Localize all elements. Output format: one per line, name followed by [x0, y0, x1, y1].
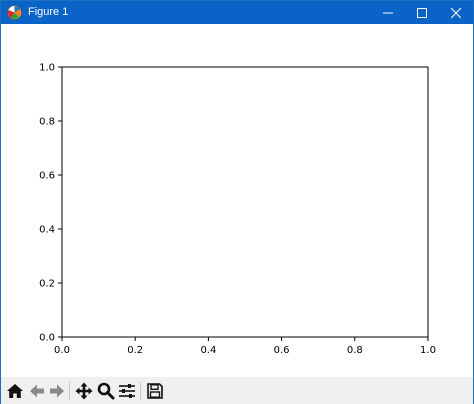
- x-tick-label: 1.0: [420, 345, 436, 356]
- y-tick-label: 0.8: [39, 117, 55, 128]
- y-tick-label: 0.0: [39, 333, 55, 344]
- configure-subplots-icon: [119, 384, 135, 398]
- figure-canvas[interactable]: 0.0 0.2 0.4 0.6 0.8 1.0 0.0 0.2 0.4 0.6 0.8 1.0: [1, 24, 473, 377]
- x-tick-label: 0.2: [127, 345, 143, 356]
- toolbar-separator: [140, 382, 141, 400]
- save-disk-icon: [147, 383, 163, 399]
- forward-arrow-icon: [50, 384, 64, 398]
- zoom-button[interactable]: [95, 380, 117, 402]
- save-button[interactable]: [144, 380, 166, 402]
- window-title: Figure 1: [28, 6, 69, 18]
- axes-frame: [61, 66, 429, 338]
- y-tick-label: 0.2: [39, 279, 55, 290]
- y-tick-label: 0.6: [39, 171, 55, 182]
- y-tick-label: 0.4: [39, 225, 55, 236]
- close-icon: [451, 7, 461, 18]
- minimize-icon: [383, 12, 393, 13]
- pan-move-icon: [75, 382, 93, 400]
- x-tick-label: 0.6: [274, 345, 290, 356]
- title-bar[interactable]: Figure 1: [1, 1, 473, 24]
- forward-button[interactable]: [46, 380, 68, 402]
- pan-button[interactable]: [73, 380, 95, 402]
- toolbar-separator: [69, 382, 70, 400]
- matplotlib-icon: [7, 5, 22, 20]
- home-icon: [7, 384, 23, 398]
- y-tick-label: 1.0: [39, 63, 55, 74]
- home-button[interactable]: [4, 380, 26, 402]
- back-button[interactable]: [26, 380, 48, 402]
- maximize-icon: [417, 7, 427, 18]
- navigation-toolbar: [1, 377, 473, 404]
- configure-subplots-button[interactable]: [116, 380, 138, 402]
- minimize-button[interactable]: [371, 1, 405, 24]
- x-tick-label: 0.4: [200, 345, 216, 356]
- figure-window: Figure 1 0.0 0.2 0.4 0.6 0.8 1.0 0.0 0.2 0.4 0.6 0…: [0, 0, 474, 404]
- back-arrow-icon: [30, 384, 44, 398]
- close-button[interactable]: [439, 1, 473, 24]
- x-tick-label: 0.0: [54, 345, 70, 356]
- empty-axes-chart: 0.0 0.2 0.4 0.6 0.8 1.0 0.0 0.2 0.4 0.6 0.8 1.0: [39, 63, 436, 357]
- zoom-magnifier-icon: [97, 382, 115, 400]
- x-tick-label: 0.8: [347, 345, 363, 356]
- maximize-button[interactable]: [405, 1, 439, 24]
